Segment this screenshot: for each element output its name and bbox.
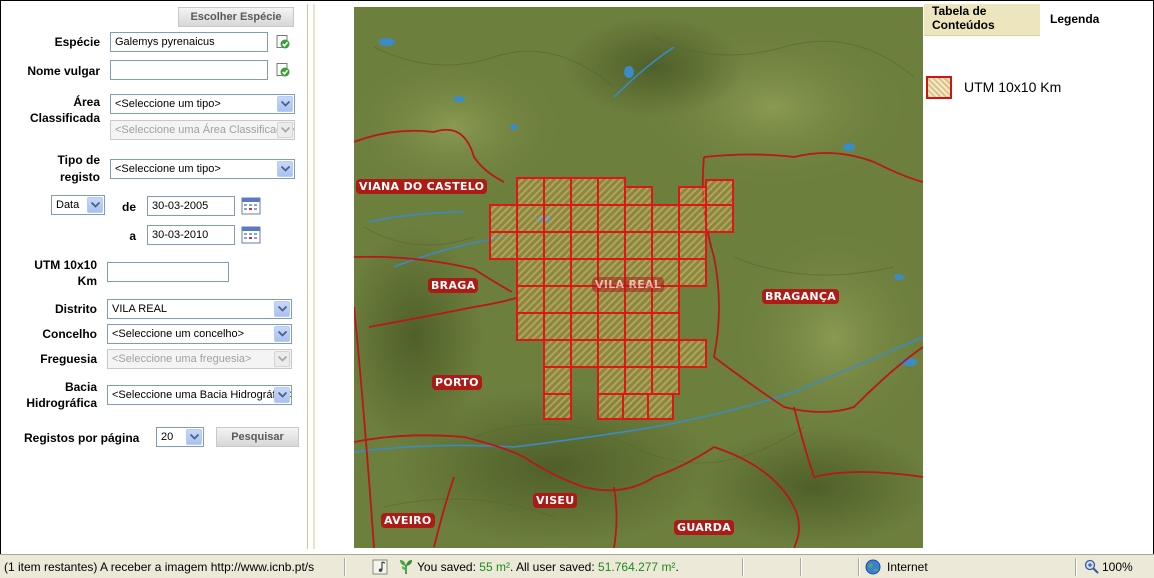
city-label: AVEIRO — [381, 513, 435, 528]
choose-species-button[interactable]: Escolher Espécie — [178, 7, 294, 27]
divider — [800, 558, 802, 576]
divider — [344, 558, 346, 576]
chevron-down-icon[interactable] — [274, 326, 290, 342]
area-label-line1: Área — [73, 95, 100, 109]
savings-text: You saved: 55 m². All user saved: 51.764… — [417, 557, 679, 577]
all-saved-label: . All user saved: — [509, 560, 595, 574]
saved-label: You saved: — [417, 560, 476, 574]
area-select: <Seleccione uma Área Classificada> — [110, 120, 295, 140]
utm-label-line1: UTM 10x10 — [34, 258, 97, 272]
leaf-icon[interactable] — [398, 558, 414, 575]
music-note-icon[interactable] — [372, 559, 388, 575]
city-label: VILA REAL — [592, 277, 665, 292]
tab-table-of-contents[interactable]: Tabela de Conteúdos — [924, 4, 1040, 36]
status-text: (1 item restantes) A receber a imagem ht… — [4, 560, 315, 574]
common-name-label: Nome vulgar — [27, 64, 100, 78]
chevron-down-icon[interactable] — [87, 197, 103, 213]
area-type-select[interactable]: <Seleccione um tipo> — [110, 94, 295, 114]
parish-label: Freguesia — [40, 352, 97, 366]
zoom-level[interactable]: 100% — [1102, 557, 1133, 577]
map-view[interactable]: VIANA DO CASTELO BRAGA VILA REAL BRAGANÇ… — [354, 7, 923, 548]
legend-label: UTM 10x10 Km — [964, 79, 1062, 95]
divider — [742, 558, 744, 576]
species-input[interactable]: Galemys pyrenaicus — [110, 32, 268, 52]
to-label: a — [129, 229, 136, 243]
all-saved-value: 51.764.277 m² — [598, 560, 676, 574]
parish-value: <Seleccione uma freguesia> — [112, 353, 252, 365]
tab-legend[interactable]: Legenda — [1040, 4, 1150, 36]
legend-swatch — [926, 76, 952, 99]
chevron-down-icon[interactable] — [277, 96, 293, 112]
calendar-icon[interactable] — [241, 225, 261, 244]
globe-icon — [865, 559, 881, 575]
city-label: VIANA DO CASTELO — [356, 179, 488, 194]
city-label: PORTO — [432, 375, 482, 390]
common-name-input[interactable] — [110, 60, 268, 80]
from-date-input[interactable]: 30-03-2005 — [147, 196, 235, 216]
record-type-value: <Seleccione um tipo> — [115, 163, 221, 175]
species-label: Espécie — [54, 35, 100, 49]
chevron-down-icon — [274, 351, 290, 367]
district-select[interactable]: VILA REAL — [107, 299, 292, 319]
parish-select: <Seleccione uma freguesia> — [107, 349, 292, 369]
per-page-select[interactable]: 20 — [156, 427, 204, 447]
basin-select[interactable]: <Seleccione uma Bacia Hidrográfica> — [107, 385, 292, 405]
date-select[interactable]: Data — [51, 195, 105, 215]
chevron-down-icon[interactable] — [277, 161, 293, 177]
status-bar: (1 item restantes) A receber a imagem ht… — [0, 554, 1154, 578]
search-panel: Escolher Espécie Espécie Galemys pyrenai… — [8, 4, 308, 549]
all-saved-suffix: . — [675, 560, 679, 574]
basin-value: <Seleccione uma Bacia Hidrográfica> — [112, 389, 292, 401]
utm-input[interactable] — [107, 262, 229, 282]
divider — [858, 558, 860, 576]
security-zone: Internet — [887, 560, 928, 574]
city-label: GUARDA — [674, 520, 735, 535]
area-type-value: <Seleccione um tipo> — [115, 98, 221, 110]
record-type-select[interactable]: <Seleccione um tipo> — [110, 159, 295, 179]
chevron-down-icon[interactable] — [186, 429, 202, 445]
saved-value: 55 m² — [479, 560, 510, 574]
city-label: VISEU — [533, 493, 578, 508]
chevron-down-icon[interactable] — [274, 301, 290, 317]
city-label: BRAGA — [428, 278, 479, 293]
council-value: <Seleccione um concelho> — [112, 328, 245, 340]
to-date-input[interactable]: 30-03-2010 — [147, 225, 235, 245]
city-label: BRAGANÇA — [762, 289, 840, 304]
search-button[interactable]: Pesquisar — [216, 427, 299, 447]
from-label: de — [121, 200, 136, 214]
calendar-icon[interactable] — [241, 196, 261, 215]
basin-label-line1: Bacia — [64, 380, 97, 394]
council-select[interactable]: <Seleccione um concelho> — [107, 324, 292, 344]
date-value: Data — [56, 199, 80, 211]
basin-label-line2: Hidrográfica — [26, 396, 97, 410]
zoom-icon[interactable] — [1084, 559, 1099, 574]
validate-icon[interactable] — [276, 35, 290, 49]
area-label-line2: Classificada — [29, 111, 100, 125]
record-type-label-line1: Tipo de — [57, 153, 100, 167]
chevron-down-icon — [277, 122, 293, 138]
panel-splitter[interactable] — [313, 4, 315, 549]
side-tabs: Tabela de Conteúdos Legenda — [924, 4, 1150, 36]
chevron-down-icon[interactable] — [274, 387, 290, 403]
per-page-label: Registos por página — [24, 431, 140, 445]
divider — [1075, 558, 1077, 576]
utm-label-line2: Km — [77, 274, 97, 288]
per-page-value: 20 — [161, 431, 174, 443]
district-value: VILA REAL — [112, 303, 168, 315]
council-label: Concelho — [42, 327, 97, 341]
district-label: Distrito — [55, 302, 97, 316]
validate-icon[interactable] — [276, 63, 290, 77]
area-value: <Seleccione uma Área Classificada> — [115, 124, 295, 136]
record-type-label-line2: registo — [59, 170, 100, 184]
